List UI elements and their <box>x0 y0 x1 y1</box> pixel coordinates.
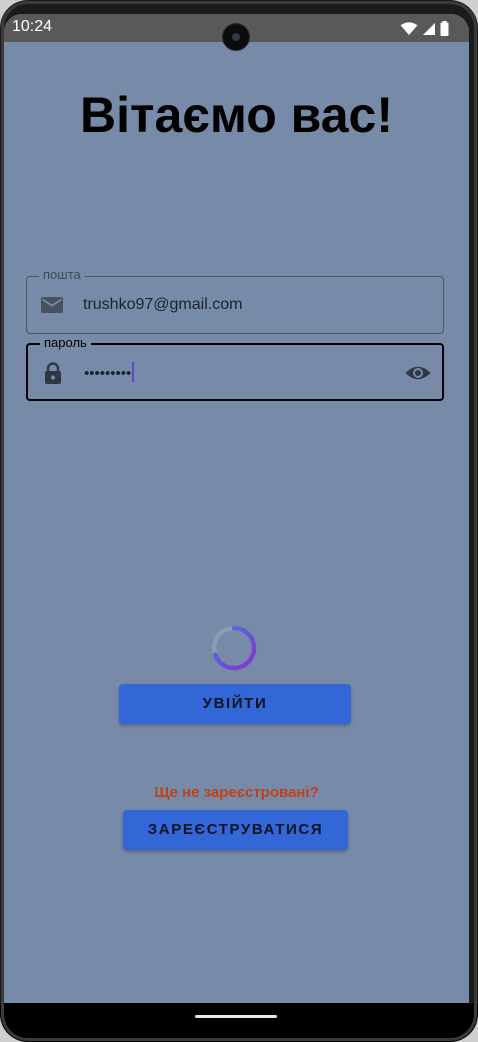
eye-icon[interactable] <box>404 361 432 385</box>
password-value: ••••••••• <box>84 365 132 382</box>
home-indicator[interactable] <box>195 1015 277 1018</box>
email-input[interactable]: trushko97@gmail.com <box>83 296 242 314</box>
email-field-label: пошта <box>39 268 85 282</box>
password-field-label: пароль <box>40 336 91 350</box>
login-button[interactable]: УВІЙТИ <box>119 684 351 724</box>
cellular-signal-icon <box>423 22 435 35</box>
lock-icon <box>45 362 61 384</box>
device-frame: 10:24 Вітаємо вас! пошта trushko97@gmail… <box>0 0 478 1042</box>
status-icons <box>400 21 449 36</box>
email-field[interactable]: пошта trushko97@gmail.com <box>26 268 444 334</box>
password-input[interactable]: ••••••••• <box>84 362 135 382</box>
password-field[interactable]: пароль ••••••••• <box>26 336 444 401</box>
page-title: Вітаємо вас! <box>79 87 393 143</box>
navigation-bar <box>0 1003 478 1042</box>
battery-icon <box>440 21 449 36</box>
register-button[interactable]: ЗАРЕЄСТРУВАТИСЯ <box>123 810 348 850</box>
app-screen: 10:24 Вітаємо вас! пошта trushko97@gmail… <box>4 14 469 1005</box>
register-prompt: Ще не зареєстровані? <box>154 784 319 801</box>
front-camera <box>222 23 250 51</box>
text-cursor <box>132 362 135 382</box>
status-time: 10:24 <box>12 18 53 35</box>
loading-spinner <box>211 625 257 671</box>
wifi-icon <box>400 21 418 35</box>
mail-icon <box>41 297 63 313</box>
